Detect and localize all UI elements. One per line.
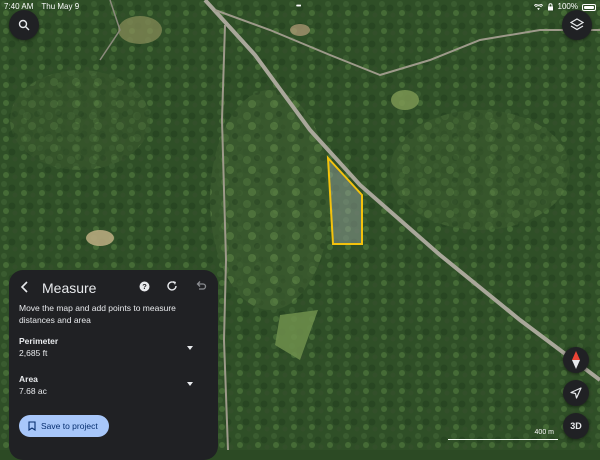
undo-icon[interactable]	[195, 280, 207, 292]
wifi-icon	[533, 3, 543, 10]
instruction-text: Move the map and add points to measure d…	[19, 303, 176, 325]
area-label: Area	[19, 374, 38, 384]
scale-label: 400 m	[534, 429, 554, 436]
3d-label: 3D	[570, 421, 582, 431]
lock-rotation-icon	[547, 3, 553, 11]
layers-icon	[570, 18, 584, 31]
3d-toggle-button[interactable]: 3D	[563, 413, 589, 439]
compass-icon	[572, 351, 580, 369]
perimeter-label: Perimeter	[19, 336, 59, 346]
battery-icon	[582, 3, 596, 11]
help-icon[interactable]: ?	[139, 281, 150, 292]
chevron-down-icon[interactable]	[187, 382, 193, 386]
measure-panel: Measure ? Move the map and add points to…	[9, 270, 218, 460]
back-arrow-icon[interactable]	[18, 280, 32, 294]
measure-panel-header: Measure ?	[9, 276, 218, 300]
search-icon	[18, 19, 30, 31]
area-row[interactable]: Area 7.68 ac	[19, 374, 209, 396]
scale-bar: 400 m	[448, 429, 558, 442]
save-to-project-button[interactable]: Save to project	[19, 415, 109, 437]
scale-line	[448, 439, 558, 440]
location-arrow-icon	[570, 387, 582, 399]
status-bar: 7:40 AM Thu May 9 ••• 100%	[0, 0, 600, 14]
multitask-dots[interactable]: •••	[296, 1, 301, 13]
refresh-icon[interactable]	[166, 280, 178, 292]
layers-button[interactable]	[562, 10, 592, 40]
panel-title: Measure	[42, 280, 97, 296]
area-value: 7.68 ac	[19, 386, 47, 396]
bookmark-icon	[28, 421, 36, 431]
search-button[interactable]	[9, 10, 39, 40]
compass-button[interactable]	[563, 347, 589, 373]
save-to-project-label: Save to project	[41, 421, 98, 431]
perimeter-value: 2,685 ft	[19, 348, 48, 358]
perimeter-row[interactable]: Perimeter 2,685 ft	[19, 336, 209, 358]
my-location-button[interactable]	[563, 380, 589, 406]
svg-text:?: ?	[142, 282, 147, 291]
status-date: Thu May 9	[41, 2, 80, 11]
chevron-down-icon[interactable]	[187, 346, 193, 350]
